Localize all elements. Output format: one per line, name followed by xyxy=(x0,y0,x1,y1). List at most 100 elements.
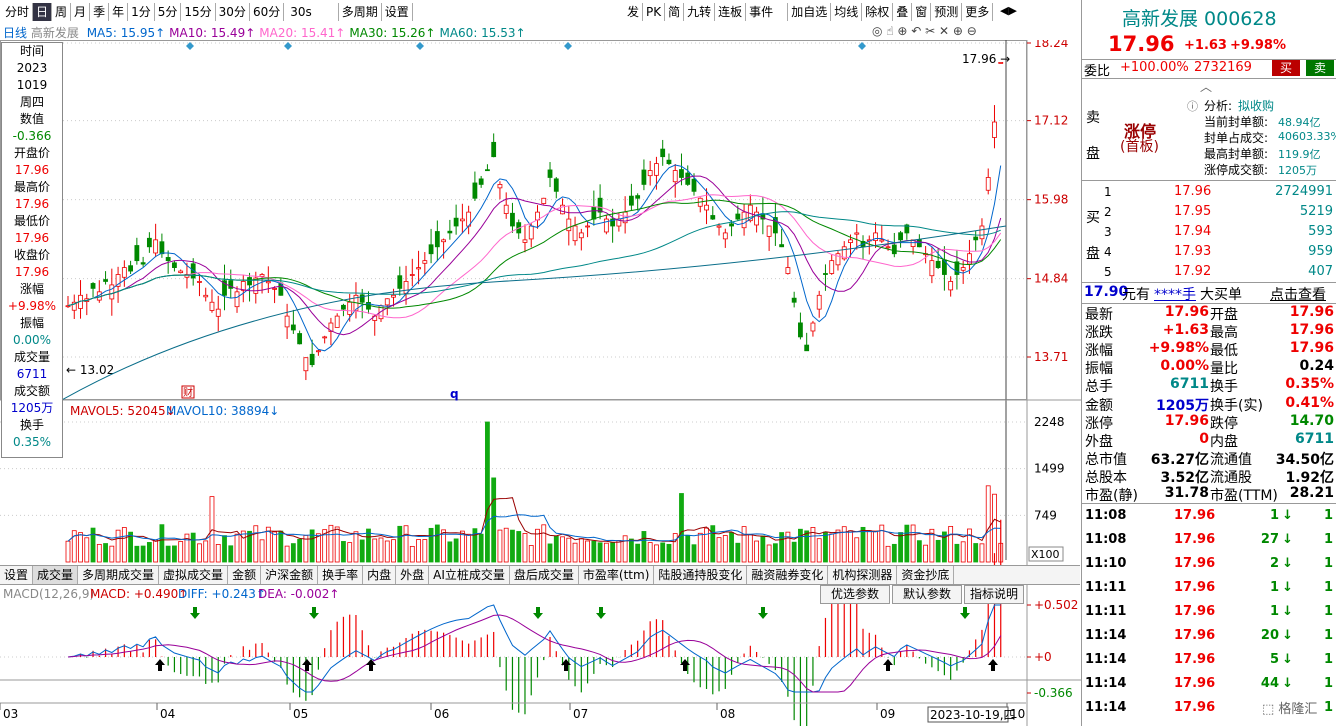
event-diamond-icon[interactable] xyxy=(284,42,292,50)
bid-row[interactable]: 2 17.95 5219 xyxy=(1082,202,1336,222)
event-diamond-icon[interactable] xyxy=(416,42,424,50)
tool-button-0[interactable]: 发 xyxy=(624,3,644,21)
volume-bar xyxy=(491,477,497,563)
volume-bar xyxy=(510,529,515,563)
kline-chart[interactable]: 18.24 17.12 15.98 14.84 13.71 17.96 → ← 13.02 财… xyxy=(0,40,1081,726)
tool-button-9[interactable]: 叠 xyxy=(893,3,913,21)
sell-side-label: 卖盘 xyxy=(1086,110,1100,162)
tick-time: 11:14 xyxy=(1085,652,1127,667)
quote-key: 总手 xyxy=(1085,379,1113,396)
volume-bar xyxy=(372,538,378,563)
period-button-8[interactable]: 15分 xyxy=(181,3,216,21)
indicator-tab-9[interactable]: AI立桩成交量 xyxy=(429,566,510,584)
volume-bar xyxy=(710,525,716,563)
tool-button-7[interactable]: 均线 xyxy=(831,3,863,21)
period-button-2[interactable]: 周 xyxy=(52,3,72,21)
indicator-tab-15[interactable]: 资金抄底 xyxy=(897,566,955,584)
collapse-icon[interactable]: ︿ xyxy=(1200,78,1212,95)
volume-bar xyxy=(347,542,353,563)
indicator-tab-2[interactable]: 多周期成交量 xyxy=(78,566,160,584)
period-button-10[interactable]: 60分 xyxy=(250,3,285,21)
period-button-5[interactable]: 年 xyxy=(109,3,129,21)
tool-button-3[interactable]: 九转 xyxy=(684,3,716,21)
period-button-1[interactable]: 日 xyxy=(33,3,53,21)
tool-button-6[interactable]: 加自选 xyxy=(788,3,832,21)
weicha-value: 2732169 xyxy=(1194,60,1252,75)
bid-row[interactable]: 5 17.92 407 xyxy=(1082,262,1336,282)
period-select-30s[interactable]: 30s xyxy=(284,3,339,21)
volume-bar xyxy=(660,542,666,563)
period-button-4[interactable]: 季 xyxy=(90,3,110,21)
candle-body xyxy=(791,297,797,303)
tool-button-4[interactable]: 连板 xyxy=(715,3,747,21)
tool-button-8[interactable]: 除权 xyxy=(862,3,894,21)
period-button-12[interactable]: 多周期 xyxy=(339,3,382,21)
analysis-label: 分析: xyxy=(1204,99,1233,113)
big-order-link[interactable]: 点击查看 xyxy=(1270,284,1326,304)
indicator-tab-0[interactable]: 设置 xyxy=(0,566,34,584)
period-button-6[interactable]: 1分 xyxy=(128,3,155,21)
period-button-7[interactable]: 5分 xyxy=(155,3,182,21)
indicator-tab-12[interactable]: 陆股通持股变化 xyxy=(654,566,748,584)
volume-bar xyxy=(103,543,108,563)
candle-body xyxy=(785,267,791,274)
candle-body xyxy=(685,172,691,185)
tick-price: 17.96 xyxy=(1174,676,1216,691)
period-button-9[interactable]: 30分 xyxy=(216,3,250,21)
volume-bar xyxy=(647,542,653,563)
sell-arrow-icon xyxy=(960,607,970,619)
chart-tools[interactable]: ◎ ☝ ⊕ ↶ ✂ ✕ ⊕ ⊖ xyxy=(872,24,977,38)
tick-price: 17.96 xyxy=(1174,556,1216,571)
candle-body xyxy=(259,274,265,277)
volume-bar xyxy=(315,533,321,563)
indicator-tab-6[interactable]: 换手率 xyxy=(318,566,364,584)
bid-row[interactable]: 4 17.93 959 xyxy=(1082,242,1336,262)
period-button-13[interactable]: 设置 xyxy=(382,3,413,21)
bid-row[interactable]: 1 17.96 2724991 xyxy=(1082,182,1336,202)
tick-down-arrow-icon: ↓ xyxy=(1282,604,1293,619)
volume-bar xyxy=(90,527,96,563)
tool-button-2[interactable]: 简 xyxy=(665,3,685,21)
volume-bar xyxy=(948,525,954,563)
event-diamond-icon[interactable] xyxy=(564,42,572,50)
volume-bar xyxy=(760,535,766,563)
toolbar-arrows[interactable]: ◀▶ xyxy=(1000,2,1028,20)
bid-row[interactable]: 3 17.94 593 xyxy=(1082,222,1336,242)
period-button-3[interactable]: 月 xyxy=(71,3,91,21)
volume-bar xyxy=(704,527,709,563)
indicator-tab-4[interactable]: 金额 xyxy=(228,566,262,584)
quote-value: 0.00% xyxy=(1160,358,1209,375)
sell-button[interactable]: 卖 xyxy=(1306,60,1334,76)
period-button-0[interactable]: 分时 xyxy=(2,3,34,21)
indicator-tab-11[interactable]: 市盈率(ttm) xyxy=(579,566,655,584)
indicator-tab-14[interactable]: 机构探测器 xyxy=(828,566,898,584)
tool-button-12[interactable]: 更多 xyxy=(962,3,994,21)
price-axis-label: 17.12 xyxy=(1034,114,1068,128)
quote-row: 涨停 17.96 跌停 14.70 xyxy=(1082,413,1336,432)
indicator-tab-5[interactable]: 沪深金额 xyxy=(261,566,319,584)
q-marker[interactable]: q xyxy=(450,387,459,401)
tool-button-11[interactable]: 预测 xyxy=(931,3,963,21)
indicator-tab-13[interactable]: 融资融券变化 xyxy=(747,566,829,584)
tool-button-5[interactable]: 事件 xyxy=(746,3,789,21)
indicator-tab-8[interactable]: 外盘 xyxy=(396,566,430,584)
indicator-tab-7[interactable]: 内盘 xyxy=(363,566,397,584)
volume-bar xyxy=(497,529,503,563)
candle-body xyxy=(960,267,966,271)
quote-row: 市盈(静) 31.78 市盈(TTM) 28.21 xyxy=(1082,485,1336,504)
quote-value: 17.96 xyxy=(1289,322,1334,339)
candle-body xyxy=(891,244,897,255)
last-price: 17.96 xyxy=(1108,32,1175,56)
indicator-help-button[interactable]: 指标说明 xyxy=(964,585,1024,604)
volume-bar xyxy=(910,524,916,563)
quote-row: 总手 6711 换手 0.35% xyxy=(1082,376,1336,396)
indicator-tab-10[interactable]: 盘后成交量 xyxy=(510,566,579,584)
analysis-value[interactable]: 拟收购 xyxy=(1238,97,1274,114)
buy-button[interactable]: 买 xyxy=(1272,60,1300,76)
default-params-button[interactable]: 默认参数 xyxy=(892,585,962,604)
optimize-params-button[interactable]: 优选参数 xyxy=(820,585,890,604)
tool-button-10[interactable]: 窗 xyxy=(912,3,932,21)
indicator-tab-3[interactable]: 虚拟成交量 xyxy=(159,566,229,584)
tool-button-1[interactable]: PK xyxy=(643,3,666,21)
indicator-tab-1[interactable]: 成交量 xyxy=(33,566,79,584)
